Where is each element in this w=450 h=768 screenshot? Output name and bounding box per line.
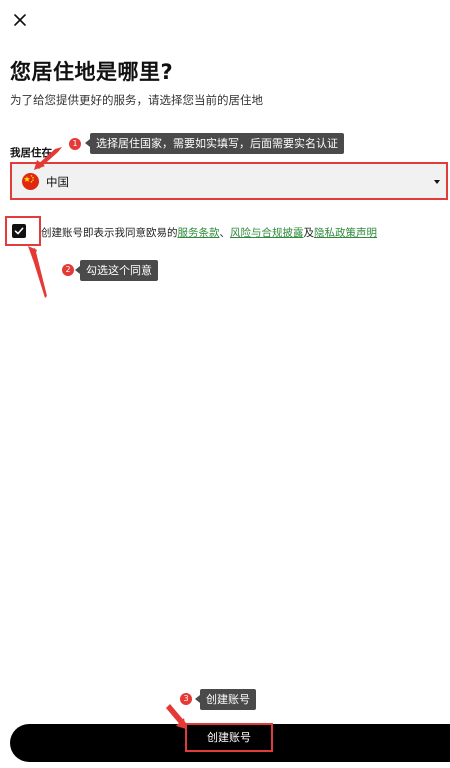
annotation-badge-2: 2 (62, 264, 74, 276)
page-subtitle: 为了给您提供更好的服务，请选择您当前的居住地 (10, 93, 263, 107)
page-title: 您居住地是哪里? (10, 60, 174, 84)
terms-of-service-link[interactable]: 服务条款 (178, 227, 220, 239)
annotation-arrow-2 (30, 248, 47, 298)
annotation-badge-3: 3 (180, 693, 192, 705)
agreement-prefix: 创建账号即表示我同意欧易的 (41, 227, 178, 239)
agreement-text: 创建账号即表示我同意欧易的服务条款、风险与合规披露及隐私政策声明 (41, 225, 377, 240)
risk-disclosure-link[interactable]: 风险与合规披露 (230, 227, 304, 239)
agreement-separator: 、 (219, 227, 231, 239)
close-icon (14, 14, 26, 26)
privacy-policy-link[interactable]: 隐私政策声明 (314, 227, 377, 239)
checkmark-icon (14, 227, 24, 235)
annotation-tooltip-1: 选择居住国家，需要如实填写，后面需要实名认证 (85, 133, 344, 154)
residence-label: 我居住在 (10, 147, 52, 159)
caret-down-icon (434, 180, 440, 184)
agree-checkbox[interactable] (12, 224, 26, 238)
country-select[interactable]: 中国 (10, 162, 448, 200)
annotation-badge-1: 1 (69, 138, 81, 150)
annotation-tooltip-2: 勾选这个同意 (75, 260, 158, 281)
annotation-arrows (28, 147, 186, 729)
create-account-button-label: 创建账号 (185, 723, 273, 752)
annotation-tooltip-3: 创建账号 (195, 689, 256, 710)
close-button[interactable] (10, 10, 30, 30)
agreement-conjunction: 及 (303, 227, 315, 239)
selected-country: 中国 (46, 175, 69, 189)
china-flag-icon (22, 173, 39, 190)
